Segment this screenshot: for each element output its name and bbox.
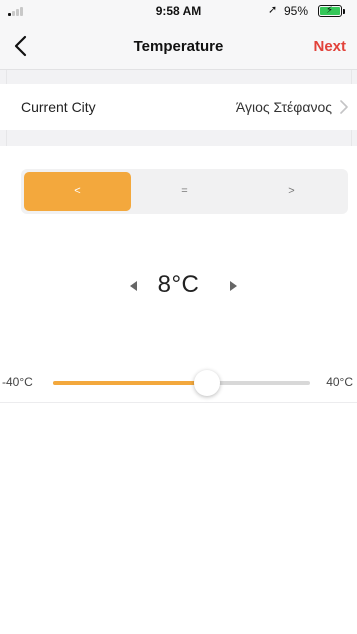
segment-equal[interactable]: = xyxy=(131,172,238,211)
current-city-label: Current City xyxy=(21,99,96,115)
slider-min-label: -40°C xyxy=(2,375,33,389)
temperature-slider-row: -40°C 40°C xyxy=(0,368,357,398)
battery-icon: ⚡ xyxy=(318,5,342,17)
nav-bar: Temperature Next xyxy=(0,22,357,70)
page-title: Temperature xyxy=(133,38,224,55)
status-bar: 9:58 AM ➚ 95% ⚡ xyxy=(0,0,357,22)
comparison-segmented-control: < = > xyxy=(21,169,348,214)
segment-less-than[interactable]: < xyxy=(24,172,131,211)
temperature-display: 8°C xyxy=(0,271,357,303)
chevron-right-icon xyxy=(340,100,348,114)
location-arrow-icon: ➚ xyxy=(268,4,278,16)
increase-arrow-icon[interactable] xyxy=(230,281,237,291)
current-city-value: Άγιος Στέφανος xyxy=(235,99,332,115)
battery-percent: 95% xyxy=(284,4,309,18)
battery-cap xyxy=(343,9,345,14)
temperature-value: 8°C xyxy=(157,271,200,298)
slider-max-label: 40°C xyxy=(326,375,353,389)
current-city-row[interactable]: Current City Άγιος Στέφανος xyxy=(0,84,357,130)
temperature-slider-fill xyxy=(53,381,208,385)
next-button[interactable]: Next xyxy=(313,38,346,55)
temperature-card: < = > 8°C -40°C 40°C xyxy=(0,146,357,402)
empty-content-area xyxy=(0,402,357,634)
temperature-slider-track[interactable] xyxy=(53,370,310,396)
temperature-slider-thumb[interactable] xyxy=(194,370,221,396)
segment-greater-than[interactable]: > xyxy=(238,172,345,211)
